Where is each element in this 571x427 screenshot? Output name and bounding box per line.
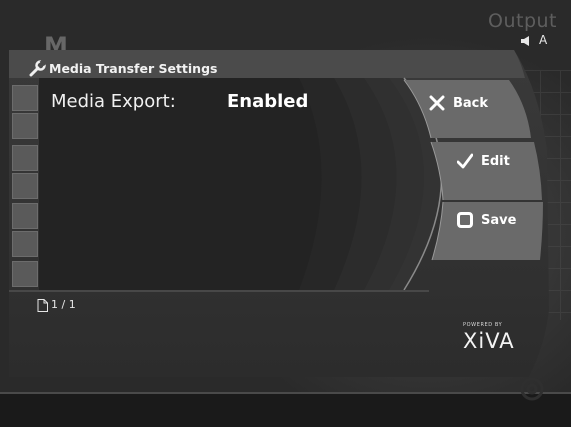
brand-swirl-icon — [520, 377, 544, 401]
list-row-marker — [12, 113, 38, 139]
save-button-label: Save — [481, 212, 517, 228]
save-button[interactable]: Save — [457, 207, 547, 233]
list-row-marker — [12, 261, 38, 287]
back-button[interactable]: Back — [429, 90, 544, 116]
page-icon — [37, 299, 48, 312]
settings-panel: Media Transfer Settings Media Export: En… — [9, 50, 549, 377]
speaker-icon — [521, 36, 529, 46]
output-label: Output — [488, 10, 557, 32]
edit-button-label: Edit — [481, 153, 510, 169]
media-export-label[interactable]: Media Export: — [51, 91, 176, 112]
page-indicator: 1 / 1 — [51, 298, 76, 311]
powered-by-label: POWERED BY — [463, 322, 503, 328]
wrench-icon — [29, 60, 46, 77]
panel-title: Media Transfer Settings — [49, 61, 218, 76]
list-row-marker — [12, 203, 38, 229]
bottom-band — [0, 392, 571, 427]
back-button-label: Back — [453, 95, 489, 111]
xiva-logo: XiVA — [463, 329, 515, 353]
media-transfer-settings-screen: M Output A Media Transfer Settings Media… — [0, 0, 571, 427]
audio-channel-label: A — [539, 33, 548, 47]
list-row-marker — [12, 85, 38, 111]
media-export-value[interactable]: Enabled — [227, 91, 308, 112]
checkmark-icon — [457, 153, 473, 169]
list-row-marker — [12, 145, 38, 171]
save-icon — [457, 212, 473, 228]
list-row-marker — [12, 173, 38, 199]
edit-button[interactable]: Edit — [457, 148, 547, 174]
list-row-marker — [12, 231, 38, 257]
close-icon — [429, 95, 445, 111]
